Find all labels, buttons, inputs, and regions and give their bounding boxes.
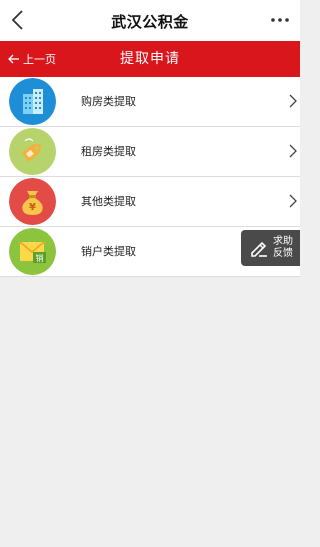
svg-text:销: 销: [36, 253, 44, 263]
help-label-line1: 求助: [273, 236, 293, 247]
chevron-right-icon: [289, 194, 297, 208]
page: 武汉公积金 上一页 提取申请 购房类提取 租房类提取 ¥ 其他类提取 销 销户类…: [0, 0, 300, 547]
chevron-right-icon: [289, 144, 297, 158]
envelope-cancel-icon: 销: [9, 228, 56, 275]
list-item-label: 其他类提取: [81, 195, 136, 208]
list-item-label: 购房类提取: [81, 95, 136, 108]
price-tag-icon: [9, 128, 56, 175]
app-title: 武汉公积金: [111, 13, 189, 31]
list-item-rent[interactable]: 租房类提取: [0, 127, 300, 177]
more-dots-icon[interactable]: [270, 12, 290, 28]
app-bar: 武汉公积金: [0, 0, 300, 41]
svg-text:¥: ¥: [29, 202, 36, 213]
chevron-right-icon: [289, 94, 297, 108]
pencil-icon: [251, 241, 267, 257]
help-label-line2: 反馈: [273, 248, 293, 259]
section-header: 上一页 提取申请: [0, 41, 300, 77]
building-icon: [9, 78, 56, 125]
money-bag-icon: ¥: [9, 178, 56, 225]
page-heading: 提取申请: [120, 51, 180, 67]
list-item-other[interactable]: ¥ 其他类提取: [0, 177, 300, 227]
help-feedback-button[interactable]: 求助 反馈: [241, 230, 300, 266]
list-item-label: 租房类提取: [81, 145, 136, 158]
list-item-house-purchase[interactable]: 购房类提取: [0, 77, 300, 127]
list-item-label: 销户类提取: [81, 245, 136, 258]
